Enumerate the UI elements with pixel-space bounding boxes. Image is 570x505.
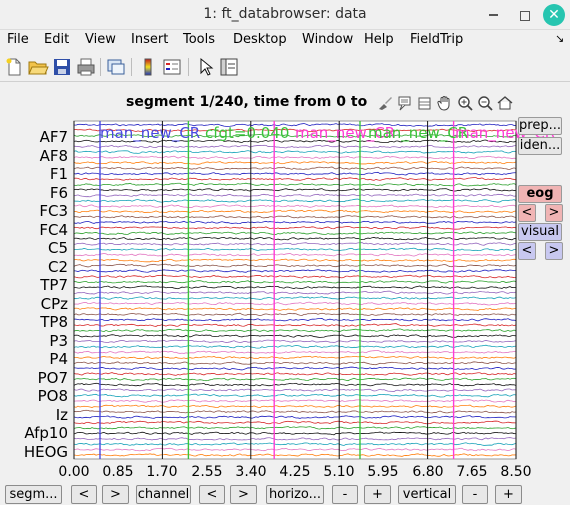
event-label: cfgt=0.040 [205,124,290,142]
channel-label: AF8 [39,147,68,165]
channel-label: AF7 [39,128,68,146]
vertical-button[interactable]: vertical [398,485,456,504]
eog-next-button[interactable]: > [545,204,563,222]
channel-label: P3 [49,332,68,350]
visual-artifact-label[interactable]: visual [518,223,562,241]
segment-next-button[interactable]: > [102,485,129,504]
vertical-plus-button[interactable]: + [495,485,522,504]
channel-label: P4 [49,350,68,368]
horizontal-plus-button[interactable]: + [364,485,391,504]
rotate-icon[interactable] [416,94,434,112]
event-label: man_new_CR [368,124,469,142]
channel-label: Iz [55,406,68,424]
horizontal-minus-button[interactable]: - [332,485,358,504]
x-tick-label: 1.70 [146,464,178,480]
channel-label: C2 [47,258,68,276]
preproc-button[interactable]: prep... [518,117,562,135]
zoom-out-icon[interactable] [476,94,494,112]
visual-prev-button[interactable]: < [518,242,536,260]
channel-label: TP8 [40,313,68,331]
identify-button[interactable]: iden... [518,137,562,155]
x-tick-label: 5.10 [323,464,355,480]
x-tick-label: 8.50 [500,464,532,480]
plot-title: segment 1/240, time from 0 to [126,94,368,110]
brush-icon[interactable] [376,94,394,112]
x-tick-label: 7.65 [456,464,488,480]
data-tips-icon[interactable] [396,94,414,112]
x-tick-label: 6.80 [412,464,444,480]
channel-label: Afp10 [24,424,68,442]
x-tick-label: 2.55 [191,464,223,480]
eog-artifact-label[interactable]: eog [518,185,562,203]
channel-label: C5 [47,239,68,257]
channel-next-button[interactable]: > [230,485,257,504]
data-plot[interactable] [0,0,570,505]
channel-label: TP7 [40,276,68,294]
horizontal-button[interactable]: horizo... [266,485,324,504]
channel-label: CPz [40,295,68,313]
channel-label: HEOG [23,443,68,461]
home-icon[interactable] [496,94,514,112]
pan-icon[interactable] [436,94,454,112]
axes-toolbar [374,92,520,114]
segment-button[interactable]: segm... [5,485,62,504]
x-tick-label: 0.85 [102,464,134,480]
plot-area [73,120,517,460]
channel-label: FC3 [39,202,68,220]
eog-prev-button[interactable]: < [518,204,536,222]
x-tick-label: 4.25 [279,464,311,480]
channel-label: F6 [49,184,68,202]
channel-label: PO8 [37,387,68,405]
segment-prev-button[interactable]: < [71,485,97,504]
x-tick-label: 5.95 [367,464,399,480]
vertical-minus-button[interactable]: - [462,485,488,504]
channel-prev-button[interactable]: < [199,485,225,504]
x-tick-label: 0.00 [58,464,90,480]
channel-button[interactable]: channel [136,485,191,504]
zoom-in-icon[interactable] [456,94,474,112]
channel-label: FC4 [39,221,68,239]
x-tick-label: 3.40 [235,464,267,480]
event-label: man_new_CR [100,124,201,142]
channel-label: PO7 [37,369,68,387]
channel-label: F1 [49,165,68,183]
visual-next-button[interactable]: > [545,242,563,260]
